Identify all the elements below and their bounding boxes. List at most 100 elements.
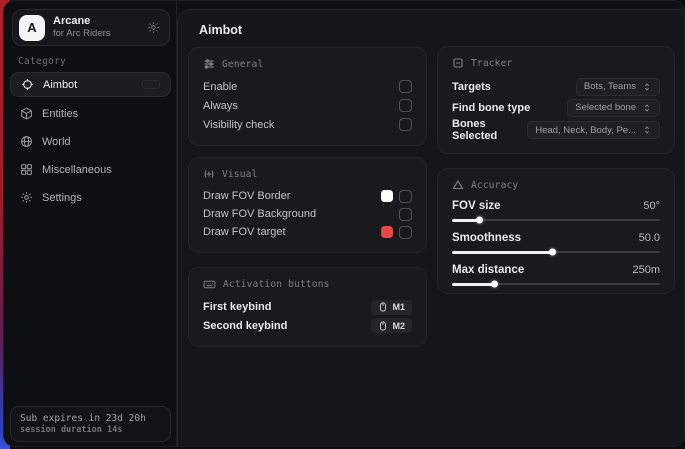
slider-thumb[interactable] <box>491 281 498 288</box>
setting-row: Find bone type Selected bone <box>452 97 660 118</box>
fov-border-color-swatch[interactable] <box>381 190 393 202</box>
keybind-value: M1 <box>392 302 405 312</box>
smoothness-slider[interactable] <box>452 246 660 258</box>
brand-card[interactable]: A Arcane for Arc Riders <box>12 9 170 46</box>
max-distance-slider[interactable] <box>452 278 660 290</box>
unfold-icon <box>642 82 652 92</box>
setting-label: Draw FOV target <box>203 226 286 238</box>
sidebar-item-settings[interactable]: Settings <box>10 185 171 210</box>
slider-thumb[interactable] <box>476 217 483 224</box>
session-duration-text: session duration 14s <box>20 425 161 435</box>
setting-row: Enable <box>203 77 412 96</box>
setting-row: Bones Selected Head, Neck, Body, Pe... <box>452 118 660 142</box>
slider-track <box>452 219 660 221</box>
sidebar-item-world[interactable]: World <box>10 129 171 154</box>
always-checkbox[interactable] <box>399 99 412 112</box>
setting-label: Max distance <box>452 264 524 276</box>
tracker-card: Tracker Targets Bots, Teams Find bone ty… <box>437 46 675 154</box>
visual-card: Visual Draw FOV Border Draw FOV Backgrou… <box>188 157 427 253</box>
mouse-icon <box>378 321 388 331</box>
page-title: Aimbot <box>199 23 242 37</box>
main-panel: Aimbot General Enable Always <box>177 9 685 447</box>
card-title: Accuracy <box>471 180 518 191</box>
sidebar-item-aimbot[interactable]: Aimbot <box>10 72 171 97</box>
sidebar-item-label: Entities <box>42 108 78 120</box>
nav-item-hint <box>142 80 160 89</box>
gear-icon[interactable] <box>147 21 160 34</box>
triangle-icon <box>452 179 464 191</box>
setting-value: 50.0 <box>639 232 660 244</box>
sidebar-item-label: Aimbot <box>43 79 77 91</box>
setting-label: Targets <box>452 81 491 93</box>
slider-fill <box>452 283 494 286</box>
setting-row: Always <box>203 96 412 115</box>
keyboard-icon <box>203 278 216 291</box>
app-window: A Arcane for Arc Riders Category Aimbot <box>3 0 685 447</box>
setting-label: Find bone type <box>452 102 530 114</box>
draw-fov-border-checkbox[interactable] <box>399 190 412 203</box>
setting-row: Draw FOV Background <box>203 205 412 223</box>
targets-select[interactable]: Bots, Teams <box>576 78 660 96</box>
setting-label: Visibility check <box>203 119 274 131</box>
card-title: Visual <box>222 169 258 180</box>
unfold-icon <box>642 125 652 135</box>
slider-fill <box>452 219 479 222</box>
setting-row: Second keybind M2 <box>203 317 412 336</box>
setting-value: 50° <box>643 200 660 212</box>
setting-row: Visibility check <box>203 115 412 134</box>
app-title: Arcane <box>53 15 139 29</box>
general-card: General Enable Always Visibility check <box>188 47 427 146</box>
mouse-icon <box>378 302 388 312</box>
crosshair-icon <box>21 78 34 91</box>
bones-selected-select[interactable]: Head, Neck, Body, Pe... <box>527 121 660 139</box>
globe-icon <box>20 135 33 148</box>
cube-icon <box>20 107 33 120</box>
sidebar-item-label: World <box>42 136 71 148</box>
category-label: Category <box>18 56 66 67</box>
setting-label: Second keybind <box>203 320 287 332</box>
find-bone-type-select[interactable]: Selected bone <box>567 99 660 117</box>
keybind-value: M2 <box>392 321 405 331</box>
setting-label: Bones Selected <box>452 118 527 142</box>
select-value: Head, Neck, Body, Pe... <box>535 125 636 136</box>
select-value: Selected bone <box>575 102 636 113</box>
slider-fill <box>452 251 552 254</box>
setting-row: Draw FOV target <box>203 223 412 241</box>
sliders-icon <box>203 58 215 70</box>
sidebar-item-label: Settings <box>42 192 82 204</box>
activation-card: Activation buttons First keybind M1 Seco… <box>188 267 427 347</box>
fov-target-color-swatch[interactable] <box>381 226 393 238</box>
app-logo: A <box>19 15 45 41</box>
tracker-icon <box>452 57 464 69</box>
subscription-info: Sub expires in 23d 20h session duration … <box>10 406 171 442</box>
setting-label: Always <box>203 100 238 112</box>
sidebar-item-entities[interactable]: Entities <box>10 101 171 126</box>
slider-group: Smoothness 50.0 <box>452 230 660 258</box>
setting-label: FOV size <box>452 200 501 212</box>
sidebar-item-miscellaneous[interactable]: Miscellaneous <box>10 157 171 182</box>
setting-value: 250m <box>632 264 660 276</box>
draw-fov-background-checkbox[interactable] <box>399 208 412 221</box>
first-keybind-button[interactable]: M1 <box>371 300 412 315</box>
setting-row: Targets Bots, Teams <box>452 76 660 97</box>
slider-thumb[interactable] <box>549 249 556 256</box>
grid-icon <box>20 163 33 176</box>
draw-fov-target-checkbox[interactable] <box>399 226 412 239</box>
card-title: General <box>222 59 263 70</box>
app-subtitle: for Arc Riders <box>53 28 139 40</box>
setting-row: First keybind M1 <box>203 298 412 317</box>
enable-checkbox[interactable] <box>399 80 412 93</box>
card-title: Tracker <box>471 58 512 69</box>
setting-label: Draw FOV Background <box>203 208 316 220</box>
second-keybind-button[interactable]: M2 <box>371 318 412 333</box>
sidebar: A Arcane for Arc Riders Category Aimbot <box>4 1 177 446</box>
scope-icon <box>203 168 215 180</box>
fov-size-slider[interactable] <box>452 214 660 226</box>
select-value: Bots, Teams <box>584 81 636 92</box>
gear-icon <box>20 191 33 204</box>
slider-group: FOV size 50° <box>452 198 660 226</box>
unfold-icon <box>642 103 652 113</box>
sub-expiry-text: Sub expires in 23d 20h <box>20 413 161 424</box>
setting-label: First keybind <box>203 301 271 313</box>
visibility-check-checkbox[interactable] <box>399 118 412 131</box>
